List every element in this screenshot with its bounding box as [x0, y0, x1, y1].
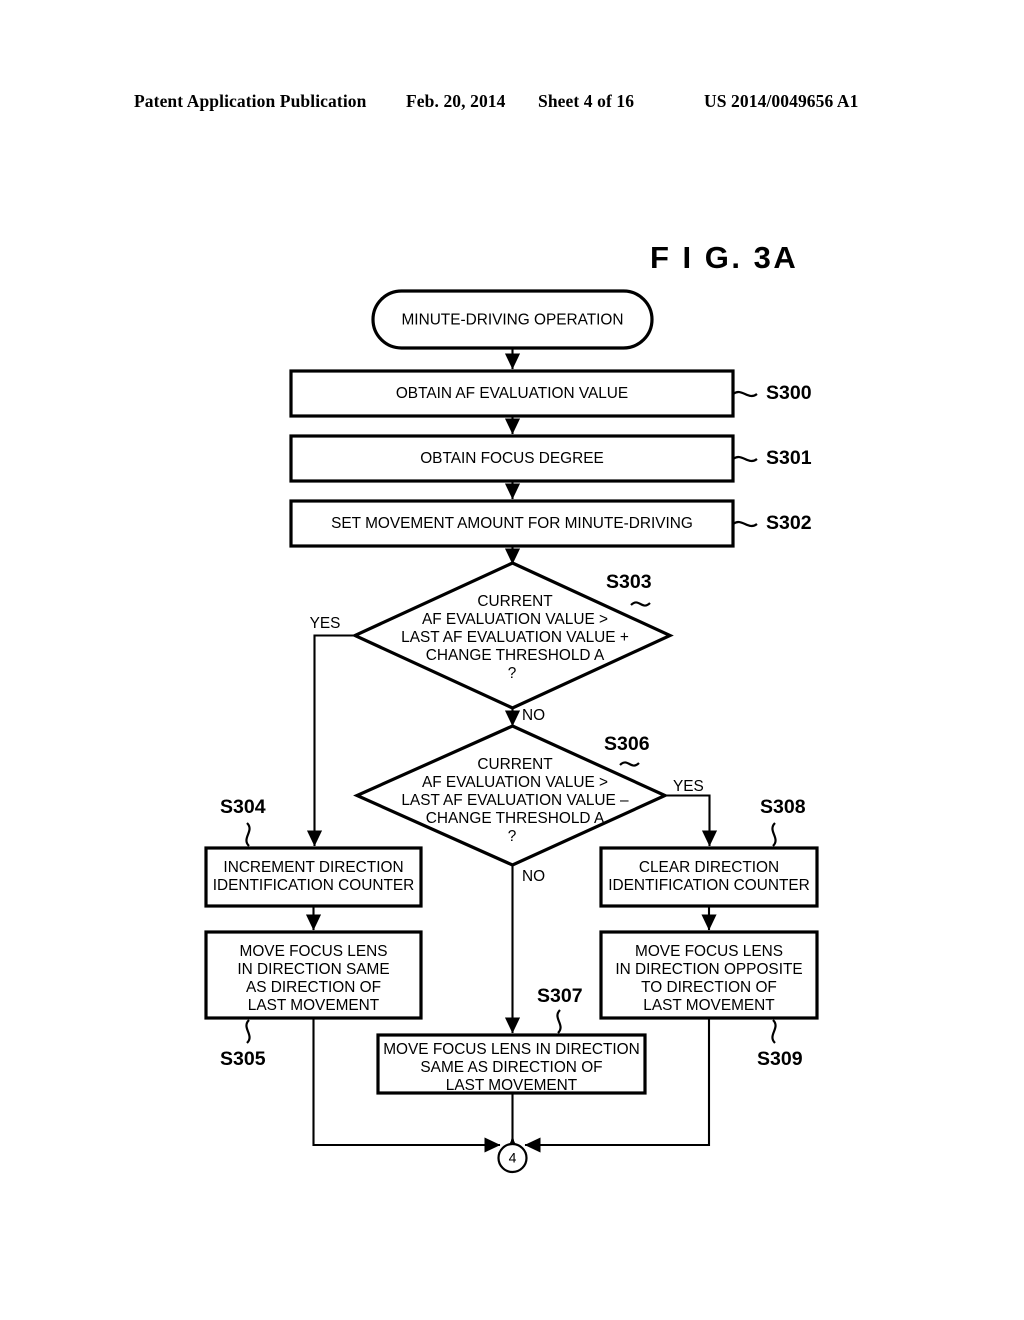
node-s302: SET MOVEMENT AMOUNT FOR MINUTE-DRIVING [289, 499, 735, 548]
branch-label-s306-no: NO [522, 868, 545, 885]
step-label-s306: S306 [604, 733, 650, 755]
leader-s308 [771, 822, 777, 847]
node-s306-line-4: CHANGE THRESHOLD A [426, 810, 605, 827]
node-s305-line-4: LAST MOVEMENT [248, 997, 380, 1014]
branch-label-s306-yes: YES [673, 778, 704, 795]
node-s304: INCREMENT DIRECTION IDENTIFICATION COUNT… [204, 846, 423, 908]
edge-s303-yes-to-s304 [306, 634, 355, 847]
branch-label-s303-no: NO [522, 707, 545, 724]
node-s303-line-3: LAST AF EVALUATION VALUE + [401, 629, 629, 646]
flowchart-diagram: MINUTE-DRIVING OPERATION OBTAIN AF EVALU… [204, 289, 819, 1174]
node-s300-label: OBTAIN AF EVALUATION VALUE [396, 385, 628, 402]
node-offpage-connector-4: 4 [497, 1142, 528, 1174]
leader-s304 [245, 822, 251, 847]
node-s303-line-4: CHANGE THRESHOLD A [426, 647, 605, 664]
step-label-s309: S309 [757, 1048, 803, 1070]
leader-s300 [732, 390, 758, 398]
step-label-s307: S307 [537, 985, 583, 1007]
offpage-connector-label: 4 [509, 1150, 517, 1166]
node-s309-line-1: MOVE FOCUS LENS [635, 943, 783, 960]
node-s307-line-1: MOVE FOCUS LENS IN DIRECTION [383, 1041, 640, 1058]
step-label-s308: S308 [760, 796, 806, 818]
node-s309-line-2: IN DIRECTION OPPOSITE [615, 961, 802, 978]
node-start: MINUTE-DRIVING OPERATION [371, 289, 654, 350]
node-s302-label: SET MOVEMENT AMOUNT FOR MINUTE-DRIVING [331, 515, 693, 532]
leader-s306 [619, 761, 640, 767]
node-s303-line-5: ? [508, 665, 517, 682]
step-label-s302: S302 [766, 512, 812, 534]
branch-label-s303-yes: YES [310, 615, 341, 632]
node-s304-line-2: IDENTIFICATION COUNTER [213, 877, 415, 894]
node-s305: MOVE FOCUS LENS IN DIRECTION SAME AS DIR… [204, 930, 423, 1020]
node-s307-line-3: LAST MOVEMENT [446, 1077, 578, 1094]
leader-s301 [732, 455, 758, 463]
leader-s303 [630, 601, 651, 607]
node-s306-line-5: ? [508, 828, 517, 845]
node-s308-line-2: IDENTIFICATION COUNTER [608, 877, 810, 894]
node-s309: MOVE FOCUS LENS IN DIRECTION OPPOSITE TO… [599, 930, 819, 1020]
node-s304-line-1: INCREMENT DIRECTION [223, 859, 403, 876]
leader-s307 [556, 1009, 562, 1034]
edge-s306-yes-to-s308 [665, 794, 718, 847]
node-s305-line-3: AS DIRECTION OF [246, 979, 381, 996]
node-s307-line-2: SAME AS DIRECTION OF [420, 1059, 602, 1076]
step-label-s300: S300 [766, 382, 812, 404]
node-s309-line-3: TO DIRECTION OF [641, 979, 777, 996]
node-s306-line-2: AF EVALUATION VALUE > [422, 774, 608, 791]
step-label-s303: S303 [606, 571, 652, 593]
node-s303-line-2: AF EVALUATION VALUE > [422, 611, 608, 628]
node-start-label: MINUTE-DRIVING OPERATION [401, 312, 623, 329]
leader-s302 [732, 520, 758, 528]
node-s306-line-3: LAST AF EVALUATION VALUE – [401, 792, 629, 809]
node-s308: CLEAR DIRECTION IDENTIFICATION COUNTER [599, 846, 819, 908]
node-s301-label: OBTAIN FOCUS DEGREE [420, 450, 604, 467]
node-s306-line-1: CURRENT [477, 756, 553, 773]
step-label-s304: S304 [220, 796, 266, 818]
step-label-s305: S305 [220, 1048, 266, 1070]
node-s305-line-2: IN DIRECTION SAME [237, 961, 389, 978]
node-s305-line-1: MOVE FOCUS LENS [240, 943, 388, 960]
node-s307: MOVE FOCUS LENS IN DIRECTION SAME AS DIR… [376, 1033, 647, 1095]
node-s301: OBTAIN FOCUS DEGREE [289, 434, 735, 483]
node-s309-line-4: LAST MOVEMENT [643, 997, 775, 1014]
leader-s309 [771, 1019, 777, 1044]
step-label-s301: S301 [766, 447, 812, 469]
leader-s305 [245, 1019, 251, 1044]
node-s308-line-1: CLEAR DIRECTION [639, 859, 779, 876]
node-s303-line-1: CURRENT [477, 593, 553, 610]
node-s300: OBTAIN AF EVALUATION VALUE [289, 369, 735, 418]
